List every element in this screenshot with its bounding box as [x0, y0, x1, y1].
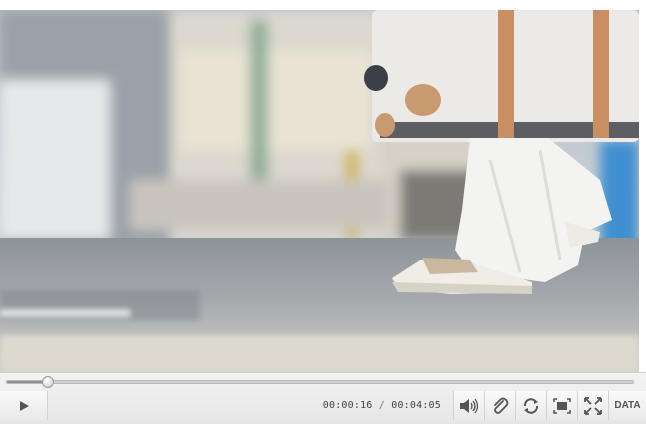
- video-scene: [0, 10, 639, 372]
- fullscreen-button[interactable]: [577, 391, 608, 420]
- video-player: 00:00:16 / 00:04:05 DATA: [0, 0, 646, 424]
- control-bar: 00:00:16 / 00:04:05 DATA: [0, 372, 646, 424]
- fit-screen-button[interactable]: [546, 391, 577, 420]
- loop-button[interactable]: [515, 391, 546, 420]
- volume-button[interactable]: [453, 391, 484, 420]
- fit-screen-icon: [553, 397, 571, 414]
- fullscreen-icon: [584, 396, 602, 415]
- loop-icon: [523, 397, 539, 414]
- link-button[interactable]: [484, 391, 515, 420]
- data-button[interactable]: DATA: [608, 391, 646, 420]
- play-button[interactable]: [0, 391, 48, 420]
- top-border: [0, 0, 646, 10]
- time-separator: /: [378, 400, 385, 411]
- seek-bar[interactable]: [6, 376, 634, 388]
- seek-thumb[interactable]: [41, 376, 54, 388]
- time-area: 00:00:16 / 00:04:05: [48, 391, 453, 420]
- total-time: 00:04:05: [391, 400, 441, 411]
- button-row: 00:00:16 / 00:04:05 DATA: [0, 391, 646, 420]
- current-time: 00:00:16: [322, 400, 373, 411]
- data-button-label: DATA: [614, 400, 641, 411]
- time-display: 00:00:16 / 00:04:05: [323, 400, 441, 411]
- play-icon: [19, 400, 29, 411]
- video-frame[interactable]: [0, 10, 639, 372]
- volume-icon: [460, 398, 479, 413]
- paperclip-icon: [494, 397, 509, 414]
